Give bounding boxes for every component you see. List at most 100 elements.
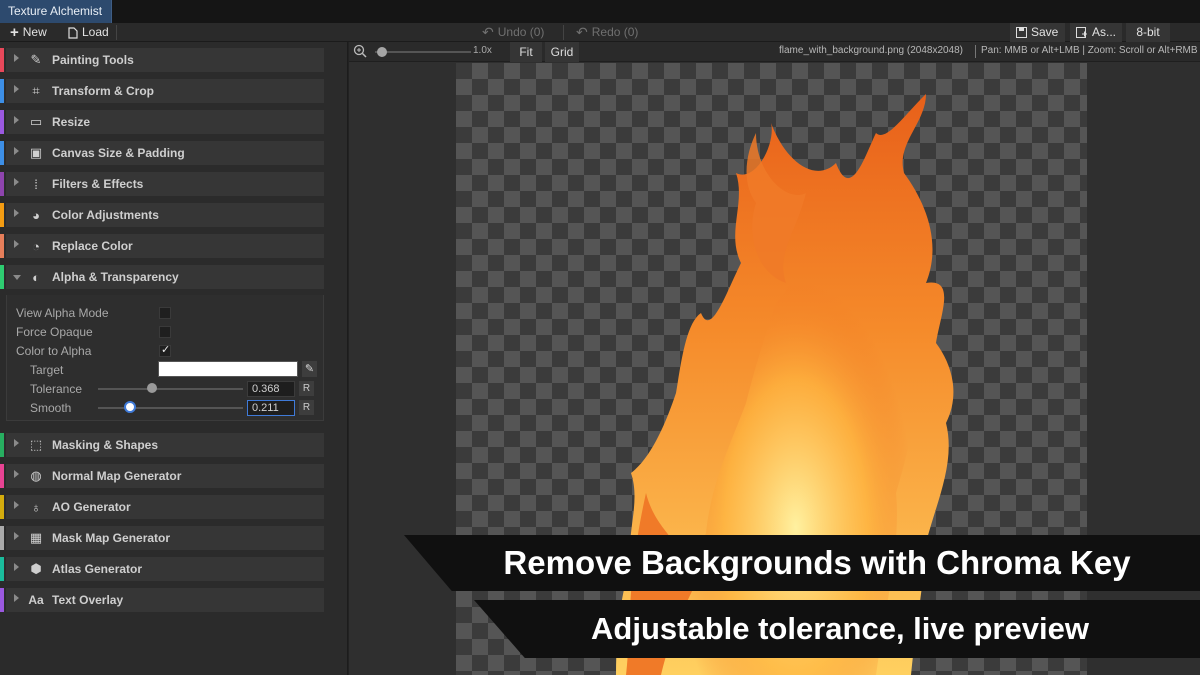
chevron-right-icon[interactable] bbox=[14, 178, 19, 186]
force-opaque-checkbox[interactable] bbox=[159, 326, 171, 338]
app-tab[interactable]: Texture Alchemist bbox=[0, 0, 112, 23]
navigation-help: Pan: MMB or Alt+LMB | Zoom: Scroll or Al… bbox=[981, 45, 1198, 56]
section-color-stripe bbox=[0, 495, 4, 519]
replace-color-icon: ◔ bbox=[32, 238, 40, 254]
section-text-overlay[interactable]: Aa Text Overlay bbox=[0, 588, 324, 612]
undo-icon: ↶ bbox=[482, 24, 494, 40]
section-normal-map-generator[interactable]: ◍ Normal Map Generator bbox=[0, 464, 324, 488]
grid-button[interactable]: Grid bbox=[545, 42, 579, 62]
section-color-adjustments[interactable]: ◕ Color Adjustments bbox=[0, 203, 324, 227]
redo-icon: ↶ bbox=[576, 24, 588, 40]
section-color-stripe bbox=[0, 588, 4, 612]
eyedropper-icon[interactable]: ✎ bbox=[302, 361, 317, 377]
section-label: Canvas Size & Padding bbox=[52, 146, 185, 160]
chevron-right-icon[interactable] bbox=[14, 470, 19, 478]
section-resize[interactable]: ▭ Resize bbox=[0, 110, 324, 134]
section-canvas-size-padding[interactable]: ▣ Canvas Size & Padding bbox=[0, 141, 324, 165]
file-icon bbox=[68, 26, 78, 39]
section-alpha-transparency[interactable]: ◐ Alpha & Transparency bbox=[0, 265, 324, 289]
section-transform-crop[interactable]: ⌗ Transform & Crop bbox=[0, 79, 324, 103]
chevron-right-icon[interactable] bbox=[14, 439, 19, 447]
section-color-stripe bbox=[0, 79, 4, 103]
color-to-alpha-checkbox[interactable] bbox=[159, 343, 171, 357]
section-label: Text Overlay bbox=[52, 593, 124, 607]
resize-icon: ▭ bbox=[29, 114, 43, 129]
section-color-stripe bbox=[0, 48, 4, 72]
alpha-icon: ◐ bbox=[32, 269, 40, 285]
plus-icon: + bbox=[10, 24, 19, 41]
canvas-icon: ▣ bbox=[29, 145, 43, 160]
chevron-right-icon[interactable] bbox=[14, 85, 19, 93]
section-color-stripe bbox=[0, 203, 4, 227]
chevron-right-icon[interactable] bbox=[14, 532, 19, 540]
chevron-right-icon[interactable] bbox=[14, 147, 19, 155]
save-icon bbox=[1016, 27, 1027, 38]
bulb-icon: ♁ bbox=[31, 499, 41, 515]
save-button[interactable]: Save bbox=[1010, 23, 1065, 42]
section-color-stripe bbox=[0, 110, 4, 134]
section-color-stripe bbox=[0, 265, 4, 289]
chevron-right-icon[interactable] bbox=[14, 116, 19, 124]
smooth-reset-button[interactable]: R bbox=[299, 400, 314, 415]
bit-depth-button[interactable]: 8-bit bbox=[1126, 23, 1170, 42]
zoom-icon bbox=[353, 44, 367, 61]
file-info: flame_with_background.png (2048x2048) bbox=[779, 45, 964, 56]
force-opaque-label: Force Opaque bbox=[16, 325, 93, 339]
zoom-slider[interactable] bbox=[375, 51, 471, 53]
chevron-right-icon[interactable] bbox=[14, 563, 19, 571]
tolerance-input[interactable]: 0.368 bbox=[247, 381, 295, 397]
new-button[interactable]: + New bbox=[4, 23, 53, 42]
zoom-slider-knob[interactable] bbox=[377, 47, 387, 57]
fit-button[interactable]: Fit bbox=[510, 42, 542, 62]
section-color-stripe bbox=[0, 433, 4, 457]
section-atlas-generator[interactable]: ⬢ Atlas Generator bbox=[0, 557, 324, 581]
smooth-input[interactable]: 0.211 bbox=[247, 400, 295, 416]
chevron-right-icon[interactable] bbox=[14, 501, 19, 509]
section-ao-generator[interactable]: ♁ AO Generator bbox=[0, 495, 324, 519]
section-color-stripe bbox=[0, 557, 4, 581]
brush-icon: ✎ bbox=[30, 52, 42, 67]
section-label: Filters & Effects bbox=[52, 177, 144, 191]
chevron-right-icon[interactable] bbox=[14, 594, 19, 602]
section-replace-color[interactable]: ◔ Replace Color bbox=[0, 234, 324, 258]
view-alpha-label: View Alpha Mode bbox=[16, 306, 109, 320]
zoom-level-label: 1.0x bbox=[473, 45, 492, 56]
section-label: Transform & Crop bbox=[52, 84, 155, 98]
tolerance-reset-button[interactable]: R bbox=[299, 381, 314, 396]
mask-icon: ⬚ bbox=[29, 437, 43, 452]
palette-icon: ◕ bbox=[32, 207, 40, 223]
chevron-right-icon[interactable] bbox=[14, 54, 19, 62]
section-label: Replace Color bbox=[52, 239, 133, 253]
tolerance-label: Tolerance bbox=[30, 382, 83, 396]
save-as-button[interactable]: As... bbox=[1070, 23, 1122, 42]
section-label: Resize bbox=[52, 115, 91, 129]
chevron-right-icon[interactable] bbox=[14, 209, 19, 217]
tolerance-slider-knob[interactable] bbox=[147, 383, 157, 393]
redo-button[interactable]: ↶ Redo (0) bbox=[570, 23, 644, 42]
target-color-swatch[interactable] bbox=[158, 361, 298, 377]
load-button[interactable]: Load bbox=[62, 23, 115, 42]
section-label: AO Generator bbox=[52, 500, 131, 514]
smooth-slider[interactable] bbox=[98, 407, 243, 409]
chevron-down-icon[interactable] bbox=[13, 275, 21, 280]
view-alpha-checkbox[interactable] bbox=[159, 307, 171, 319]
save-as-icon bbox=[1076, 27, 1087, 38]
viewer-toolbar: 1.0x Fit Grid flame_with_background.png … bbox=[349, 42, 1200, 62]
chevron-right-icon[interactable] bbox=[14, 240, 19, 248]
undo-button[interactable]: ↶ Undo (0) bbox=[476, 23, 550, 42]
section-painting-tools[interactable]: ✎ Painting Tools bbox=[0, 48, 324, 72]
smooth-label: Smooth bbox=[30, 401, 72, 415]
section-mask-map-generator[interactable]: ▦ Mask Map Generator bbox=[0, 526, 324, 550]
section-color-stripe bbox=[0, 234, 4, 258]
tolerance-slider[interactable] bbox=[98, 388, 243, 390]
section-label: Atlas Generator bbox=[52, 562, 143, 576]
section-label: Painting Tools bbox=[52, 53, 134, 67]
section-label: Mask Map Generator bbox=[52, 531, 171, 545]
section-color-stripe bbox=[0, 464, 4, 488]
filter-grid-icon: ⁞ bbox=[34, 176, 38, 192]
section-label: Color Adjustments bbox=[52, 208, 159, 222]
section-masking-shapes[interactable]: ⬚ Masking & Shapes bbox=[0, 433, 324, 457]
alpha-transparency-panel: View Alpha Mode Force Opaque Color to Al… bbox=[6, 295, 324, 421]
smooth-slider-knob[interactable] bbox=[124, 401, 136, 413]
section-filters-effects[interactable]: ⁞ Filters & Effects bbox=[0, 172, 324, 196]
